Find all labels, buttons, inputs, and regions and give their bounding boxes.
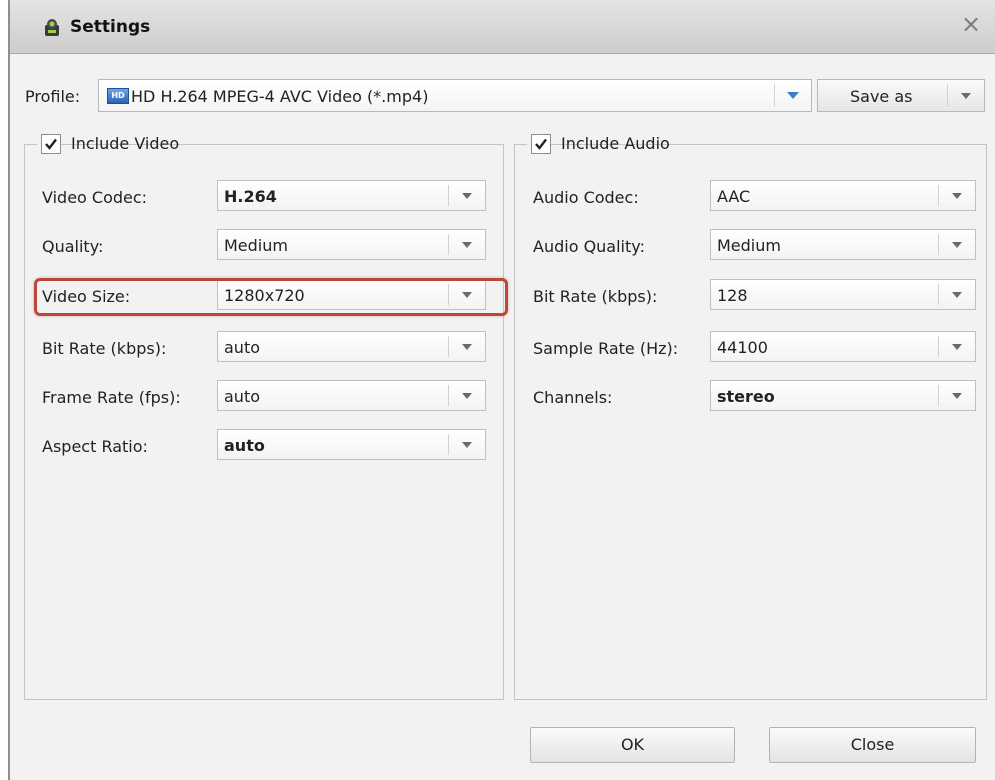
chevron-down-icon[interactable] [952,193,962,199]
video-bitrate-value: auto [224,338,261,357]
dropdown-separator [938,185,939,206]
dropdown-separator [938,385,939,406]
profile-value: HD H.264 MPEG-4 AVC Video (*.mp4) [131,87,429,106]
title-bar: Settings × [10,0,995,54]
quality-select[interactable]: Medium [217,229,486,260]
video-group: Include Video [24,133,504,700]
hd-video-icon: HD [107,88,129,104]
dropdown-separator [448,185,449,206]
sample-rate-label: Sample Rate (Hz): [533,339,679,358]
ok-button[interactable]: OK [530,727,735,763]
chevron-down-icon[interactable] [952,242,962,248]
frame-rate-select[interactable]: auto [217,380,486,411]
include-video-label: Include Video [71,134,180,153]
dropdown-separator [448,385,449,406]
video-bitrate-select[interactable]: auto [217,331,486,362]
chevron-down-icon[interactable] [462,193,472,199]
video-codec-label: Video Codec: [42,188,148,207]
chevron-down-icon[interactable] [462,242,472,248]
close-button[interactable]: Close [769,727,976,763]
channels-label: Channels: [533,388,613,407]
dropdown-separator [774,84,775,107]
aspect-ratio-label: Aspect Ratio: [42,437,148,456]
chevron-down-icon[interactable] [462,393,472,399]
audio-bitrate-value: 128 [717,286,748,305]
audio-codec-label: Audio Codec: [533,188,639,207]
audio-group: Include Audio [514,133,987,700]
quality-label: Quality: [42,237,104,256]
include-video-legend: Include Video [37,133,179,157]
sample-rate-value: 44100 [717,338,768,357]
dropdown-separator [938,336,939,357]
audio-codec-value: AAC [717,187,751,206]
chevron-down-icon[interactable] [462,344,472,350]
dropdown-separator [448,336,449,357]
dropdown-separator [448,234,449,255]
dropdown-separator [448,434,449,455]
quality-value: Medium [224,236,288,255]
include-audio-legend: Include Audio [527,133,670,157]
checkmark-icon [535,138,547,150]
include-video-checkbox[interactable] [41,134,61,154]
frame-rate-value: auto [224,387,261,406]
audio-quality-select[interactable]: Medium [710,229,976,260]
aspect-ratio-value: auto [224,436,265,455]
dropdown-separator [947,84,948,107]
chevron-down-icon[interactable] [961,93,971,99]
chevron-down-icon[interactable] [462,442,472,448]
checkmark-icon [45,138,57,150]
profile-label: Profile: [25,87,81,106]
settings-app-icon [45,19,59,36]
close-icon[interactable]: × [959,12,983,36]
chevron-down-icon[interactable] [952,393,962,399]
video-bitrate-label: Bit Rate (kbps): [42,339,167,358]
audio-codec-select[interactable]: AAC [710,180,976,211]
chevron-down-icon[interactable] [787,92,799,99]
include-audio-checkbox[interactable] [531,134,551,154]
dropdown-separator [938,284,939,305]
frame-rate-label: Frame Rate (fps): [42,388,181,407]
audio-bitrate-select[interactable]: 128 [710,279,976,310]
video-codec-select[interactable]: H.264 [217,180,486,211]
window-title: Settings [70,17,151,37]
chevron-down-icon[interactable] [952,292,962,298]
channels-select[interactable]: stereo [710,380,976,411]
save-as-button[interactable]: Save as [817,79,985,112]
sample-rate-select[interactable]: 44100 [710,331,976,362]
save-as-label: Save as [850,87,913,106]
audio-quality-label: Audio Quality: [533,237,645,256]
settings-dialog: Settings × Profile: HD HD H.264 MPEG-4 A… [8,0,995,780]
include-audio-label: Include Audio [561,134,670,153]
audio-quality-value: Medium [717,236,781,255]
channels-value: stereo [717,387,775,406]
audio-bitrate-label: Bit Rate (kbps): [533,287,658,306]
video-codec-value: H.264 [224,187,277,206]
profile-dropdown[interactable]: HD HD H.264 MPEG-4 AVC Video (*.mp4) [98,79,812,112]
chevron-down-icon[interactable] [952,344,962,350]
video-size-highlight [34,278,508,316]
dropdown-separator [938,234,939,255]
aspect-ratio-select[interactable]: auto [217,429,486,460]
